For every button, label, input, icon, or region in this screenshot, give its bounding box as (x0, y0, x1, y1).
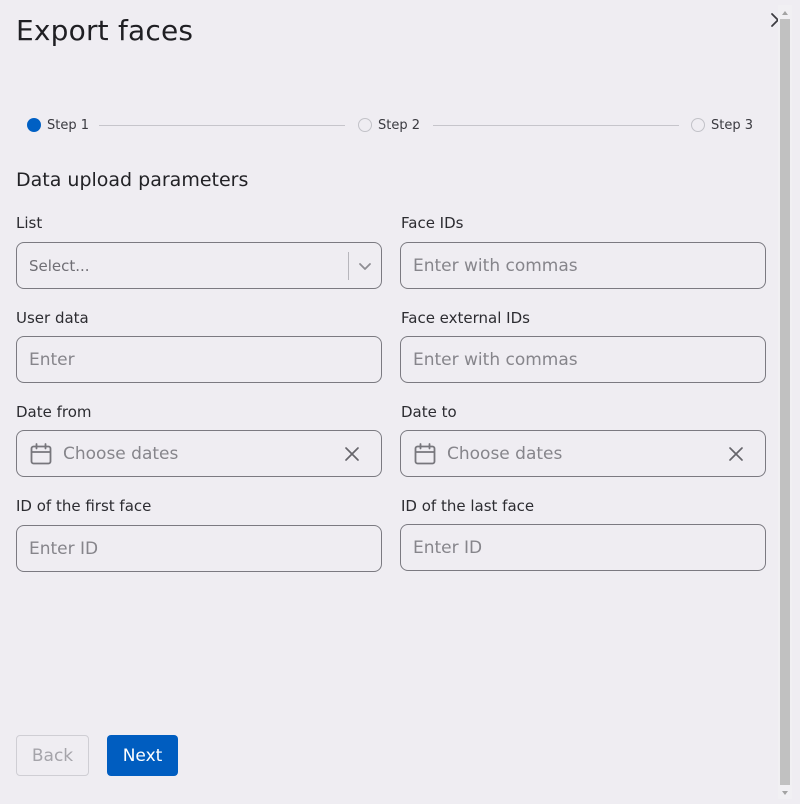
user-data-label: User data (16, 309, 89, 327)
step-label: Step 2 (378, 117, 421, 133)
vertical-scrollbar[interactable] (778, 5, 792, 799)
date-from-picker[interactable]: Choose dates (16, 430, 382, 477)
date-to-placeholder: Choose dates (447, 443, 563, 464)
face-ids-placeholder: Enter with commas (413, 255, 578, 276)
dialog-title: Export faces (16, 14, 194, 47)
select-separator (348, 252, 349, 280)
step-3: Step 3 (691, 114, 753, 136)
calendar-icon (414, 442, 436, 464)
face-external-ids-input[interactable]: Enter with commas (400, 336, 766, 383)
list-label: List (16, 214, 43, 232)
user-data-placeholder: Enter (29, 349, 75, 370)
first-face-id-label: ID of the first face (16, 497, 152, 515)
date-to-label: Date to (401, 403, 457, 421)
export-faces-dialog: Export faces Step 1 Step 2 Step 3 Data u… (0, 0, 800, 804)
date-from-label: Date from (16, 403, 92, 421)
next-button[interactable]: Next (107, 735, 178, 776)
scroll-up-arrow[interactable] (778, 5, 792, 19)
step-connector (99, 125, 345, 126)
back-button[interactable]: Back (16, 735, 89, 776)
date-from-placeholder: Choose dates (63, 443, 179, 464)
step-1: Step 1 (27, 114, 89, 136)
scrollbar-thumb[interactable] (780, 19, 790, 785)
step-label: Step 3 (711, 117, 754, 133)
step-active-dot-icon (27, 118, 41, 132)
step-label: Step 1 (47, 117, 90, 133)
user-data-input[interactable]: Enter (16, 336, 382, 383)
last-face-id-input[interactable]: Enter ID (400, 524, 766, 571)
list-select-placeholder: Select... (29, 256, 90, 275)
list-select[interactable]: Select... (16, 242, 382, 289)
calendar-icon (30, 442, 52, 464)
stepper: Step 1 Step 2 Step 3 (27, 114, 757, 136)
step-2: Step 2 (358, 114, 420, 136)
last-face-id-placeholder: Enter ID (413, 537, 483, 558)
first-face-id-input[interactable]: Enter ID (16, 525, 382, 572)
step-inactive-dot-icon (691, 118, 705, 132)
close-icon[interactable] (727, 445, 745, 463)
chevron-down-icon[interactable] (357, 258, 373, 274)
first-face-id-placeholder: Enter ID (29, 538, 99, 559)
last-face-id-label: ID of the last face (401, 497, 535, 515)
step-connector (433, 125, 679, 126)
scroll-down-arrow[interactable] (778, 785, 792, 799)
face-external-ids-placeholder: Enter with commas (413, 349, 578, 370)
face-ids-input[interactable]: Enter with commas (400, 242, 766, 289)
section-title: Data upload parameters (16, 169, 249, 191)
close-icon[interactable] (343, 445, 361, 463)
step-inactive-dot-icon (358, 118, 372, 132)
date-to-picker[interactable]: Choose dates (400, 430, 766, 477)
face-external-ids-label: Face external IDs (401, 309, 530, 327)
face-ids-label: Face IDs (401, 214, 464, 232)
